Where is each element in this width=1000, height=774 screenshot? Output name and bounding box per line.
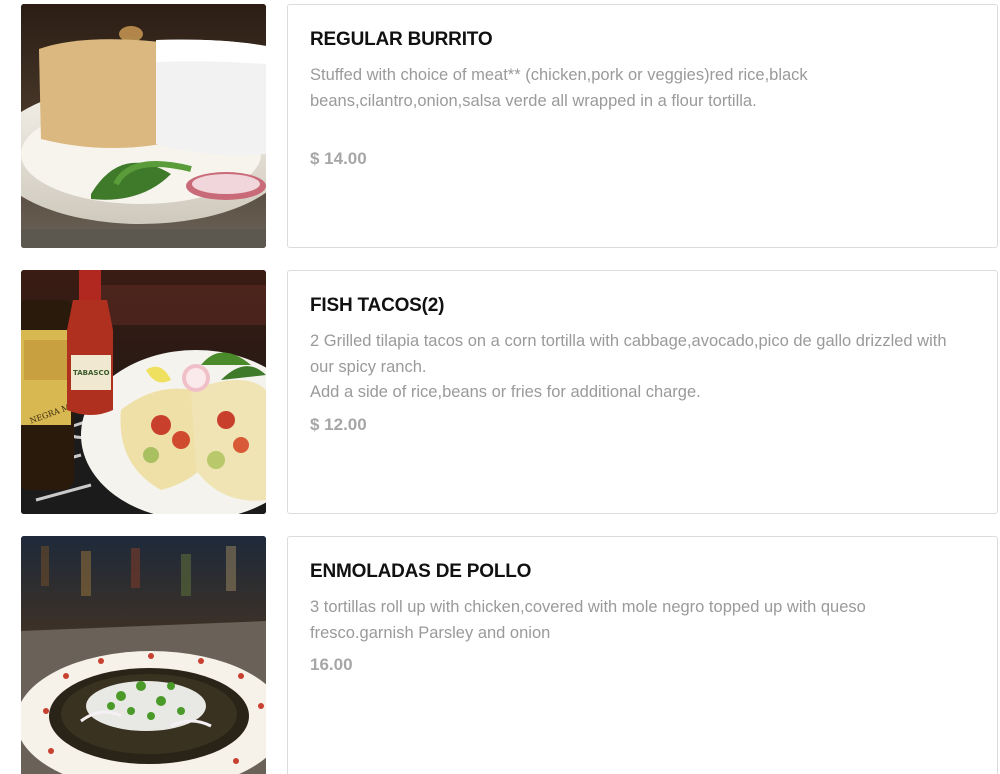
menu-item[interactable]: NEGRA MODELO TABASCO FISH TACOS(2) 2 Gri… (0, 269, 1000, 515)
menu-item-description: 2 Grilled tilapia tacos on a corn tortil… (310, 329, 967, 406)
menu-list: REGULAR BURRITO Stuffed with choice of m… (0, 0, 1000, 774)
description-line: 2 Grilled tilapia tacos on a corn tortil… (310, 332, 947, 376)
description-line: Add a side of rice,beans or fries for ad… (310, 383, 701, 401)
enmoladas-photo[interactable] (21, 536, 266, 774)
menu-item-card[interactable]: REGULAR BURRITO Stuffed with choice of m… (287, 4, 998, 248)
fish-tacos-photo[interactable]: NEGRA MODELO TABASCO (21, 270, 266, 514)
menu-item-price: $ 12.00 (310, 414, 367, 434)
description-line: 3 tortillas roll up with chicken,covered… (310, 598, 866, 642)
menu-item-title: ENMOLADAS DE POLLO (310, 561, 532, 582)
burrito-photo[interactable] (21, 4, 266, 248)
menu-item-title: FISH TACOS(2) (310, 295, 445, 316)
menu-item[interactable]: ENMOLADAS DE POLLO 3 tortillas roll up w… (0, 535, 1000, 774)
menu-item-card[interactable]: FISH TACOS(2) 2 Grilled tilapia tacos on… (287, 270, 998, 514)
menu-item-card[interactable]: ENMOLADAS DE POLLO 3 tortillas roll up w… (287, 536, 998, 774)
hot-sauce-label-text: TABASCO (73, 369, 110, 377)
menu-item-description: Stuffed with choice of meat** (chicken,p… (310, 63, 967, 114)
menu-item-title: REGULAR BURRITO (310, 29, 493, 50)
menu-item-price: $ 14.00 (310, 149, 367, 168)
menu-item-price: 16.00 (310, 655, 353, 674)
description-line: Stuffed with choice of meat** (chicken,p… (310, 66, 808, 110)
menu-item-description: 3 tortillas roll up with chicken,covered… (310, 595, 967, 646)
menu-item[interactable]: REGULAR BURRITO Stuffed with choice of m… (0, 3, 1000, 249)
